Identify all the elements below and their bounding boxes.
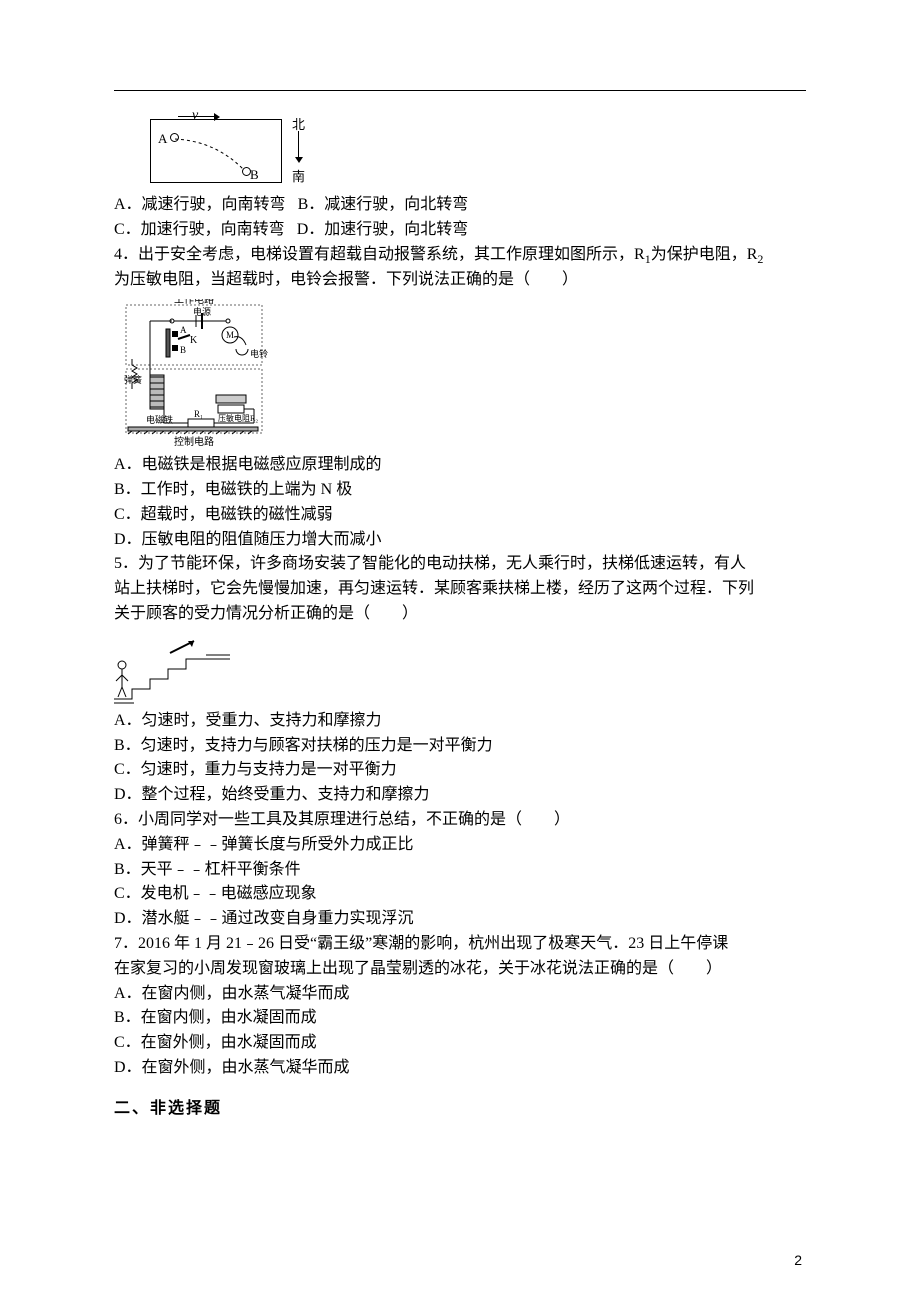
q6-option-B: B．天平﹣﹣杠杆平衡条件 [114, 858, 806, 883]
q5-stem-line1: 5．为了节能环保，许多商场安装了智能化的电动扶梯，无人乘行时，扶梯低速运转，有人 [114, 552, 806, 577]
q7-option-C: C．在窗外侧，由水凝固而成 [114, 1031, 806, 1056]
top-horizontal-rule [114, 90, 806, 91]
q4-stem-part1: 4．出于安全考虑，电梯设置有超载自动报警系统，其工作原理如图所示，R [114, 246, 645, 263]
q4-diag-K: K [190, 335, 198, 346]
q7-option-A: A．在窗内侧，由水蒸气凝华而成 [114, 982, 806, 1007]
q4-option-B: B．工作时，电磁铁的上端为 N 极 [114, 478, 806, 503]
q3-options-row1: A．减速行驶，向南转弯 B．减速行驶，向北转弯 [114, 193, 806, 218]
q4-diag-ctrl: 控制电路 [174, 435, 214, 448]
q6-option-C: C．发电机﹣﹣电磁感应现象 [114, 882, 806, 907]
q4-r2-sub: 2 [757, 252, 763, 266]
q5-option-B: B．匀速时，支持力与顾客对扶梯的压力是一对平衡力 [114, 734, 806, 759]
q4-diag-bell: 电铃 [250, 348, 268, 359]
q3-velocity-arrow-head [214, 113, 220, 121]
q5-option-C: C．匀速时，重力与支持力是一对平衡力 [114, 758, 806, 783]
q3-label-B: B [250, 165, 259, 185]
q3-option-C: C．加速行驶，向南转弯 [114, 221, 285, 238]
q4-diag-A: A [180, 325, 187, 335]
q4-stem-line2: 为压敏电阻，当超载时，电铃会报警．下列说法正确的是（ ） [114, 268, 806, 293]
q3-curved-path [175, 137, 245, 171]
q3-figure: v A B 北 南 [114, 109, 290, 187]
q6-stem: 6．小周同学对一些工具及其原理进行总结，不正确的是（ ） [114, 808, 806, 833]
q5-option-D: D．整个过程，始终受重力、支持力和摩擦力 [114, 783, 806, 808]
q3-options-row2: C．加速行驶，向南转弯 D．加速行驶，向北转弯 [114, 218, 806, 243]
q4-stem-line1: 4．出于安全考虑，电梯设置有超载自动报警系统，其工作原理如图所示，R1为保护电阻… [114, 243, 806, 269]
q4-diag-spring: 弹簧 [124, 374, 142, 385]
q6-option-D: D．潜水艇﹣﹣通过改变自身重力实现浮沉 [114, 907, 806, 932]
page-number: 2 [794, 1250, 802, 1272]
q7-stem-line2: 在家复习的小周发现窗玻璃上出现了晶莹剔透的冰花，关于冰花说法正确的是（ ） [114, 957, 806, 982]
q4-option-C: C．超载时，电磁铁的磁性减弱 [114, 503, 806, 528]
q5-option-A: A．匀速时，受重力、支持力和摩擦力 [114, 709, 806, 734]
q4-option-D: D．压敏电阻的阻值随压力增大而减小 [114, 528, 806, 553]
q5-stem-line2: 站上扶梯时，它会先慢慢加速，再匀速运转．某顾客乘扶梯上楼，经历了这两个过程．下列 [114, 577, 806, 602]
q3-compass-south: 南 [292, 167, 305, 187]
q3-velocity-arrow-line [178, 116, 218, 117]
q3-label-A: A [158, 129, 167, 149]
q7-stem-line1: 7．2016 年 1 月 21﹣26 日受“霸王级”寒潮的影响，杭州出现了极寒天… [114, 932, 806, 957]
q3-option-A: A．减速行驶，向南转弯 [114, 196, 286, 213]
q6-option-A: A．弹簧秤﹣﹣弹簧长度与所受外力成正比 [114, 833, 806, 858]
q4-option-A: A．电磁铁是根据电磁感应原理制成的 [114, 453, 806, 478]
q4-stem-part1b: 为保护电阻，R [651, 246, 758, 263]
q4-diag-source-label: 电源 [193, 306, 211, 317]
q4-diag-B: B [180, 345, 186, 355]
section-2-heading: 二、非选择题 [114, 1097, 806, 1122]
q4-diag-R1: R₁ [194, 409, 203, 419]
page-content: v A B 北 南 A．减速行驶，向南转弯 B．减速行驶，向北转弯 C．加速行驶… [114, 0, 806, 1122]
q7-option-D: D．在窗外侧，由水蒸气凝华而成 [114, 1056, 806, 1081]
q4-diag-em: 电磁铁 [146, 414, 173, 425]
q3-compass-arrowhead [295, 157, 303, 163]
q4-diag-M: M [226, 330, 234, 340]
q7-option-B: B．在窗内侧，由水凝固而成 [114, 1006, 806, 1031]
q4-diag-top-label: 工作电路 [174, 299, 214, 306]
q5-escalator-figure [114, 635, 234, 705]
q4-circuit-figure: 工作电路 电源 M K A B 电铃 弹簧 电磁铁 R₁ 压敏电阻R₂ 控制电路 [118, 299, 268, 449]
q4-diag-R2: 压敏电阻R₂ [218, 413, 258, 423]
q5-stem-line3: 关于顾客的受力情况分析正确的是（ ） [114, 602, 806, 627]
q3-option-B: B．减速行驶，向北转弯 [298, 196, 469, 213]
q3-option-D: D．加速行驶，向北转弯 [297, 221, 469, 238]
